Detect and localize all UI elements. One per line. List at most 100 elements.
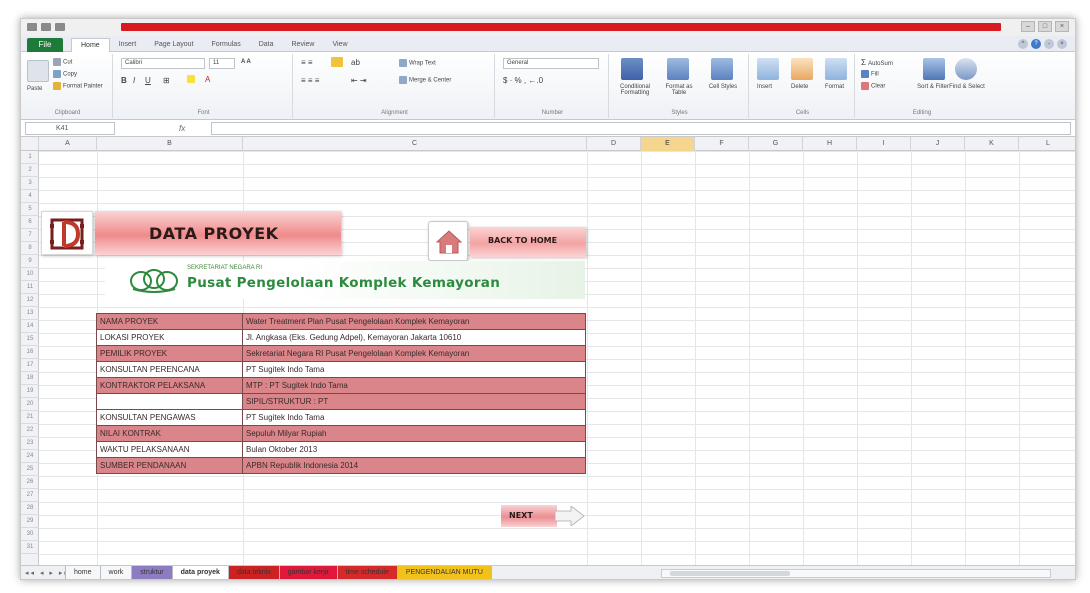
insert-cells-icon[interactable] — [757, 58, 779, 80]
tab-page-layout[interactable]: Page Layout — [145, 38, 202, 52]
back-to-home-button[interactable]: BACK TO HOME — [470, 227, 586, 257]
tab-home[interactable]: Home — [71, 38, 110, 52]
align-middle-icon[interactable] — [331, 57, 345, 67]
sheet-nav-arrows-icon[interactable]: ◂◂ ◂ ▸ ▸▸ — [25, 569, 70, 577]
table-key[interactable]: WAKTU PELAKSANAAN — [96, 441, 243, 458]
table-value[interactable]: Water Treatment Plan Pusat Pengelolaan K… — [242, 313, 586, 330]
align-top-icon[interactable]: ≡ ≡ — [301, 58, 313, 67]
delete-label[interactable]: Delete — [791, 84, 808, 90]
scrollbar-thumb[interactable] — [670, 571, 790, 576]
fill-color-icon[interactable] — [187, 75, 197, 83]
table-key[interactable]: PEMILIK PROYEK — [96, 345, 243, 362]
indent-icon[interactable]: ⇤ ⇥ — [351, 76, 367, 85]
cut-button[interactable]: Cut — [53, 58, 72, 66]
delete-cells-icon[interactable] — [791, 58, 813, 80]
table-key[interactable]: KONTRAKTOR PELAKSANA — [96, 377, 243, 394]
table-key[interactable]: NILAI KONTRAK — [96, 425, 243, 442]
column-header[interactable]: J — [911, 137, 965, 151]
table-key[interactable]: LOKASI PROYEK — [96, 329, 243, 346]
sheet-tab[interactable]: time schedule — [336, 566, 398, 579]
sheet-tab[interactable]: PENGENDALIAN MUTU — [396, 566, 492, 579]
format-cells-icon[interactable] — [825, 58, 847, 80]
tab-review[interactable]: Review — [283, 38, 324, 52]
worksheet-grid[interactable]: 1 2 3 4 5 6 7 8 9 10 11 12 13 14 15 16 17 18 19 20 21 22 23 24 2… — [21, 151, 1075, 565]
paste-label[interactable]: Paste — [27, 86, 42, 92]
cell-styles-icon[interactable] — [711, 58, 733, 80]
column-header[interactable]: A — [39, 137, 97, 151]
table-key[interactable] — [96, 393, 243, 410]
sheet-tab[interactable]: home — [65, 566, 101, 579]
next-button[interactable]: NEXT — [501, 505, 585, 527]
table-value[interactable]: PT Sugitek Indo Tama — [242, 409, 586, 426]
table-value[interactable]: Sepuluh Milyar Rupiah — [242, 425, 586, 442]
close-workbook-icon[interactable]: × — [1057, 39, 1067, 49]
sheet-tab[interactable]: struktur — [131, 566, 173, 579]
table-key[interactable]: NAMA PROYEK — [96, 313, 243, 330]
insert-label[interactable]: Insert — [757, 84, 772, 90]
ribbon-help-controls[interactable]: ^ ? - × — [1018, 39, 1067, 49]
clear-button[interactable]: Clear — [861, 82, 885, 90]
table-value[interactable]: Jl. Angkasa (Eks. Gedung Adpel), Kemayor… — [242, 329, 586, 346]
conditional-formatting-icon[interactable] — [621, 58, 643, 80]
find-select-icon[interactable] — [955, 58, 977, 80]
quick-access-toolbar[interactable] — [27, 23, 85, 32]
close-icon[interactable]: × — [1055, 21, 1069, 32]
format-label[interactable]: Format — [825, 84, 844, 90]
number-format-dropdown[interactable]: General — [503, 58, 599, 69]
sheet-tab[interactable]: data proyek — [171, 566, 229, 579]
formula-input[interactable] — [211, 122, 1071, 135]
column-header[interactable]: L — [1019, 137, 1075, 151]
autosum-button[interactable]: Σ AutoSum — [861, 58, 893, 67]
tab-formulas[interactable]: Formulas — [203, 38, 250, 52]
table-value[interactable]: Sekretariat Negara RI Pusat Pengelolaan … — [242, 345, 586, 362]
sheet-tab[interactable]: gambar kerja — [278, 566, 338, 579]
align-left-icon[interactable]: ≡ ≡ ≡ — [301, 76, 319, 85]
select-all-corner[interactable] — [21, 137, 39, 151]
home-button[interactable] — [428, 221, 468, 261]
fill-button[interactable]: Fill — [861, 70, 879, 78]
column-header-selected[interactable]: E — [641, 137, 695, 151]
format-table-icon[interactable] — [667, 58, 689, 80]
table-value[interactable]: APBN Republik Indonesia 2014 — [242, 457, 586, 474]
column-header[interactable]: F — [695, 137, 749, 151]
restore-icon[interactable]: - — [1044, 39, 1054, 49]
column-header[interactable]: C — [243, 137, 587, 151]
sort-filter-label[interactable]: Sort & Filter — [915, 84, 951, 90]
minimize-icon[interactable]: – — [1021, 21, 1035, 32]
sheet-tab[interactable]: data teknis — [227, 566, 280, 579]
horizontal-scrollbar[interactable] — [661, 569, 1051, 578]
bold-icon[interactable]: B — [121, 76, 127, 85]
italic-icon[interactable]: I — [133, 76, 135, 85]
table-value[interactable]: SIPIL/STRUKTUR : PT — [242, 393, 586, 410]
paste-icon[interactable] — [27, 60, 49, 82]
orientation-icon[interactable]: ab — [351, 58, 360, 67]
table-value[interactable]: MTP : PT Sugitek Indo Tama — [242, 377, 586, 394]
maximize-icon[interactable]: □ — [1038, 21, 1052, 32]
font-name-dropdown[interactable]: Calibri — [121, 58, 205, 69]
file-tab[interactable]: File — [27, 38, 63, 52]
column-header[interactable]: B — [97, 137, 243, 151]
column-header[interactable]: H — [803, 137, 857, 151]
conditional-formatting-label[interactable]: Conditional Formatting — [613, 84, 657, 96]
accounting-icon[interactable]: $ · % , ←.0 — [503, 76, 543, 85]
column-header[interactable]: G — [749, 137, 803, 151]
table-value[interactable]: Bulan Oktober 2013 — [242, 441, 586, 458]
table-value[interactable]: PT Sugitek Indo Tama — [242, 361, 586, 378]
next-button-body[interactable]: NEXT — [501, 505, 557, 527]
table-key[interactable]: SUMBER PENDANAAN — [96, 457, 243, 474]
find-select-label[interactable]: Find & Select — [949, 84, 985, 90]
font-size-dropdown[interactable]: 11 — [209, 58, 235, 69]
tab-view[interactable]: View — [323, 38, 356, 52]
fx-icon[interactable]: fx — [129, 122, 199, 135]
column-header[interactable]: K — [965, 137, 1019, 151]
cell-styles-label[interactable]: Cell Styles — [703, 84, 743, 90]
column-header[interactable]: D — [587, 137, 641, 151]
tab-insert[interactable]: Insert — [110, 38, 146, 52]
column-header[interactable]: I — [857, 137, 911, 151]
table-key[interactable]: KONSULTAN PENGAWAS — [96, 409, 243, 426]
sheet-tab[interactable]: work — [99, 566, 133, 579]
wrap-text-button[interactable]: Wrap Text — [399, 59, 436, 67]
collapse-ribbon-icon[interactable]: ^ — [1018, 39, 1028, 49]
font-color-icon[interactable]: A — [205, 75, 210, 84]
window-controls[interactable]: – □ × — [1021, 21, 1069, 32]
